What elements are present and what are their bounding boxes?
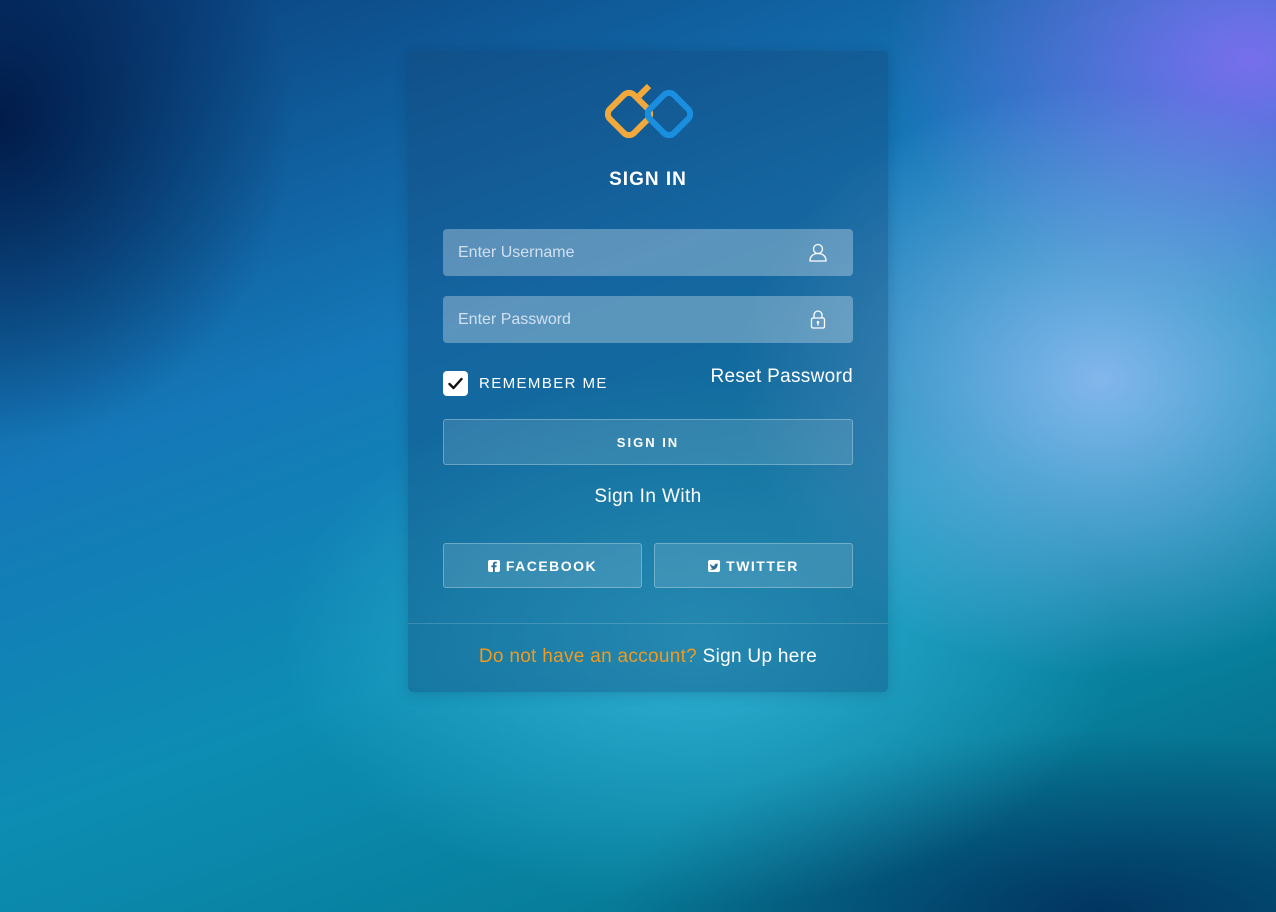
user-icon: [809, 243, 827, 262]
username-field-wrapper: [443, 229, 853, 276]
facebook-button[interactable]: FACEBOOK: [443, 543, 642, 588]
signup-question: Do not have an account?: [478, 646, 698, 667]
password-input[interactable]: [443, 296, 853, 343]
lock-icon: [810, 310, 826, 329]
username-input[interactable]: [443, 229, 853, 276]
login-card: SIGN IN REMEMBER ME Reset Password SIGN …: [408, 51, 888, 692]
twitter-icon: [708, 559, 721, 572]
twitter-label: TWITTER: [726, 557, 799, 574]
remember-me-label[interactable]: REMEMBER ME: [479, 375, 608, 392]
remember-me-checkbox[interactable]: [443, 371, 468, 396]
card-divider: [408, 623, 888, 624]
remember-me-row: REMEMBER ME: [443, 371, 608, 396]
signup-link[interactable]: Sign Up here: [703, 646, 818, 667]
chain-link-logo-icon: [605, 83, 693, 139]
sign-in-with-heading: Sign In With: [594, 486, 702, 507]
password-field-wrapper: [443, 296, 853, 343]
twitter-button[interactable]: TWITTER: [654, 543, 853, 588]
page-title: SIGN IN: [609, 169, 687, 190]
facebook-icon: [487, 559, 500, 572]
reset-password-link[interactable]: Reset Password: [710, 366, 853, 388]
signup-prompt: Do not have an account? Sign Up here: [408, 646, 888, 668]
checkmark-icon: [448, 377, 463, 390]
facebook-label: FACEBOOK: [505, 557, 598, 574]
sign-in-button[interactable]: SIGN IN: [443, 419, 853, 465]
